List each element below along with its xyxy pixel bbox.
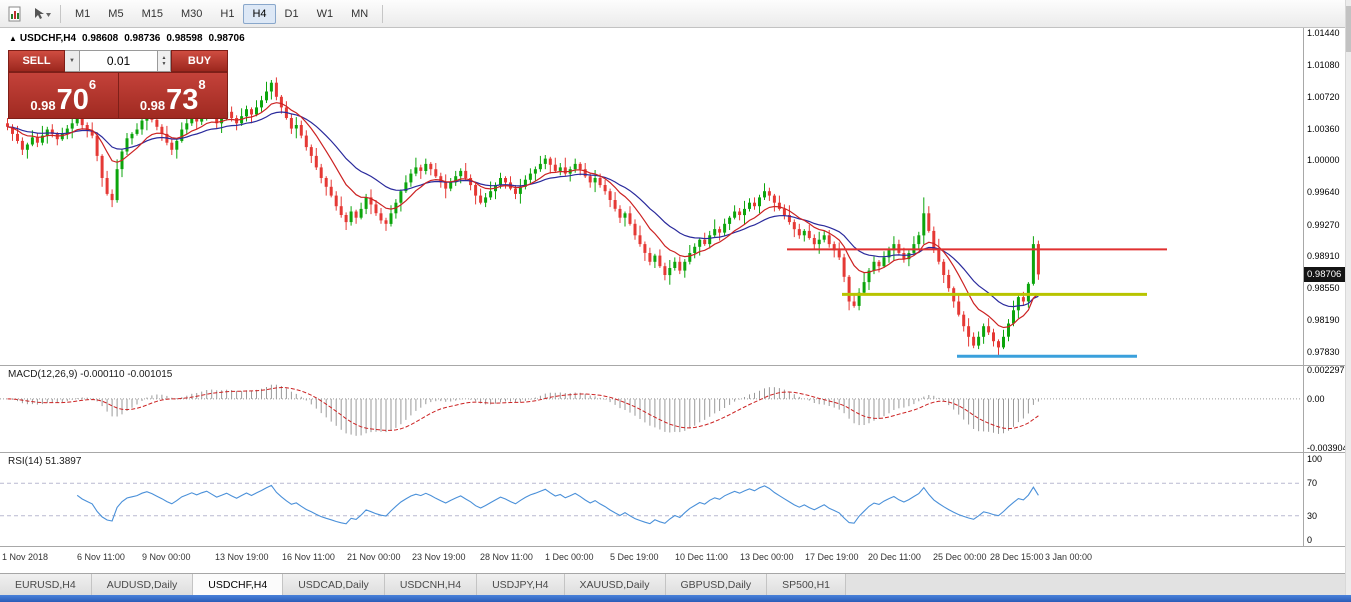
macd-tick-label: 0.002297 bbox=[1307, 365, 1345, 375]
lot-step-down-icon[interactable]: ▼ bbox=[162, 61, 167, 67]
timeframe-button-w1[interactable]: W1 bbox=[308, 4, 343, 24]
timeframe-button-m1[interactable]: M1 bbox=[66, 4, 99, 24]
time-axis[interactable]: 1 Nov 2018 6 Nov 11:00 9 Nov 00:00 13 Nov 1… bbox=[0, 547, 1303, 573]
buy-price-big: 73 bbox=[166, 87, 198, 113]
ohlc-high: 0.98736 bbox=[124, 33, 160, 44]
ohlc-low: 0.98598 bbox=[166, 33, 202, 44]
scrollbar-thumb[interactable] bbox=[1346, 6, 1351, 52]
rsi-tick-label: 0 bbox=[1307, 535, 1312, 545]
symbol-tab-bar: EURUSD,H4AUDUSD,DailyUSDCHF,H4USDCAD,Dai… bbox=[0, 573, 1345, 595]
lot-stepper[interactable]: ▲▼ bbox=[158, 50, 171, 72]
time-axis-label: 17 Dec 19:00 bbox=[805, 552, 859, 562]
sell-price-base: 0.98 bbox=[30, 98, 55, 113]
price-tick-label: 0.99640 bbox=[1307, 187, 1340, 197]
timeframe-button-h4[interactable]: H4 bbox=[243, 4, 275, 24]
price-tick-label: 1.00720 bbox=[1307, 92, 1340, 102]
lot-presets-dropdown[interactable]: ▼ bbox=[65, 50, 80, 72]
buy-price-pip: 8 bbox=[198, 77, 205, 92]
symbol-tab-EURUSD-H4[interactable]: EURUSD,H4 bbox=[0, 574, 92, 595]
timeframe-button-mn[interactable]: MN bbox=[342, 4, 377, 24]
symbol-tab-USDCNH-H4[interactable]: USDCNH,H4 bbox=[385, 574, 477, 595]
buy-button[interactable]: BUY bbox=[171, 50, 228, 72]
time-axis-label: 13 Nov 19:00 bbox=[215, 552, 269, 562]
toolbar-separator bbox=[60, 5, 61, 23]
timeframe-button-d1[interactable]: D1 bbox=[276, 4, 308, 24]
symbol-tab-USDCHF-H4[interactable]: USDCHF,H4 bbox=[193, 574, 283, 595]
macd-chart bbox=[0, 366, 1303, 452]
symbol-tab-SP500-H1[interactable]: SP500,H1 bbox=[767, 574, 846, 595]
time-axis-label: 1 Nov 2018 bbox=[2, 552, 48, 562]
price-tick-label: 1.00000 bbox=[1307, 155, 1340, 165]
time-axis-label: 20 Dec 11:00 bbox=[868, 552, 921, 562]
rsi-label: RSI(14) 51.3897 bbox=[8, 456, 81, 467]
time-axis-label: 5 Dec 19:00 bbox=[610, 552, 659, 562]
top-toolbar: M1M5M15M30H1H4D1W1MN bbox=[0, 0, 1345, 28]
toolbar-separator bbox=[382, 5, 383, 23]
symbol-tab-USDCAD-Daily[interactable]: USDCAD,Daily bbox=[283, 574, 385, 595]
current-price-badge: 0.98706 bbox=[1304, 267, 1345, 282]
ohlc-open: 0.98608 bbox=[82, 33, 118, 44]
lot-size-input[interactable]: 0.01 bbox=[80, 50, 158, 72]
time-axis-label: 21 Nov 00:00 bbox=[347, 552, 401, 562]
time-axis-label: 23 Nov 19:00 bbox=[412, 552, 466, 562]
symbol-tab-AUDUSD-Daily[interactable]: AUDUSD,Daily bbox=[92, 574, 194, 595]
timeframe-button-group: M1M5M15M30H1H4D1W1MN bbox=[66, 4, 377, 24]
time-axis-label: 28 Dec 15:00 bbox=[990, 552, 1044, 562]
price-tick-label: 0.98910 bbox=[1307, 251, 1340, 261]
time-axis-label: 28 Nov 11:00 bbox=[480, 552, 533, 562]
time-axis-label: 1 Dec 00:00 bbox=[545, 552, 594, 562]
macd-tick-label: 0.00 bbox=[1307, 394, 1325, 404]
symbol-tab-XAUUSD-Daily[interactable]: XAUUSD,Daily bbox=[565, 574, 666, 595]
rsi-chart bbox=[0, 453, 1303, 546]
symbol-tab-USDJPY-H4[interactable]: USDJPY,H4 bbox=[477, 574, 564, 595]
window-bottom-bar bbox=[0, 595, 1351, 602]
price-tick-label: 1.01080 bbox=[1307, 60, 1340, 70]
price-tick-label: 1.00360 bbox=[1307, 124, 1340, 134]
time-axis-label: 9 Nov 00:00 bbox=[142, 552, 191, 562]
buy-price-button[interactable]: 0.98738 bbox=[118, 72, 229, 119]
timeframe-button-m30[interactable]: M30 bbox=[172, 4, 211, 24]
rsi-scale[interactable]: 100 70 30 0 bbox=[1303, 453, 1346, 547]
time-axis-label: 16 Nov 11:00 bbox=[282, 552, 335, 562]
sell-price-big: 70 bbox=[57, 87, 89, 113]
rsi-tick-label: 30 bbox=[1307, 511, 1317, 521]
macd-panel: MACD(12,26,9) -0.000110 -0.001015 bbox=[0, 366, 1303, 453]
price-tick-label: 0.98190 bbox=[1307, 315, 1340, 325]
time-axis-label: 10 Dec 11:00 bbox=[675, 552, 728, 562]
time-axis-label: 6 Nov 11:00 bbox=[77, 552, 125, 562]
sell-button[interactable]: SELL bbox=[8, 50, 65, 72]
sell-price-button[interactable]: 0.98706 bbox=[8, 72, 118, 119]
rsi-panel: RSI(14) 51.3897 bbox=[0, 453, 1303, 547]
macd-label: MACD(12,26,9) -0.000110 -0.001015 bbox=[8, 369, 172, 380]
symbol-tab-GBPUSD-Daily[interactable]: GBPUSD,Daily bbox=[666, 574, 768, 595]
time-axis-label: 13 Dec 00:00 bbox=[740, 552, 794, 562]
price-scale[interactable]: 0.98706 1.01440 1.01080 1.00720 1.00360 1.00… bbox=[1303, 28, 1346, 366]
rsi-tick-label: 100 bbox=[1307, 454, 1322, 464]
main-chart-panel[interactable]: ▲USDCHF,H40.986080.987360.985980.98706 S… bbox=[0, 28, 1303, 366]
timeframe-button-m5[interactable]: M5 bbox=[99, 4, 132, 24]
macd-tick-label: -0.003904 bbox=[1307, 443, 1348, 453]
chart-ohlc-header: ▲USDCHF,H4 0.98608 0.98736 0.98598 0.98706 bbox=[9, 33, 251, 44]
chart-page-icon[interactable] bbox=[4, 4, 28, 24]
rsi-tick-label: 70 bbox=[1307, 478, 1317, 488]
cursor-tool-dropdown[interactable] bbox=[30, 4, 54, 24]
buy-price-base: 0.98 bbox=[140, 98, 165, 113]
chart-symbol-label: USDCHF,H4 bbox=[20, 33, 76, 44]
time-axis-label: 25 Dec 00:00 bbox=[933, 552, 987, 562]
price-tick-label: 0.97830 bbox=[1307, 347, 1340, 357]
macd-scale[interactable]: 0.002297 0.00 -0.003904 bbox=[1303, 366, 1346, 453]
price-tick-label: 0.98550 bbox=[1307, 283, 1340, 293]
timeframe-button-h1[interactable]: H1 bbox=[211, 4, 243, 24]
one-click-trading-widget: SELL ▼ 0.01 ▲▼ BUY 0.98706 0.98738 bbox=[8, 50, 228, 119]
timeframe-button-m15[interactable]: M15 bbox=[133, 4, 172, 24]
time-axis-label: 3 Jan 00:00 bbox=[1045, 552, 1092, 562]
ohlc-close: 0.98706 bbox=[209, 33, 245, 44]
price-tick-label: 1.01440 bbox=[1307, 28, 1340, 38]
sell-price-pip: 6 bbox=[89, 77, 96, 92]
one-click-collapse-icon[interactable]: ▲ bbox=[9, 34, 17, 43]
vertical-scrollbar[interactable] bbox=[1345, 0, 1351, 595]
price-tick-label: 0.99270 bbox=[1307, 220, 1340, 230]
